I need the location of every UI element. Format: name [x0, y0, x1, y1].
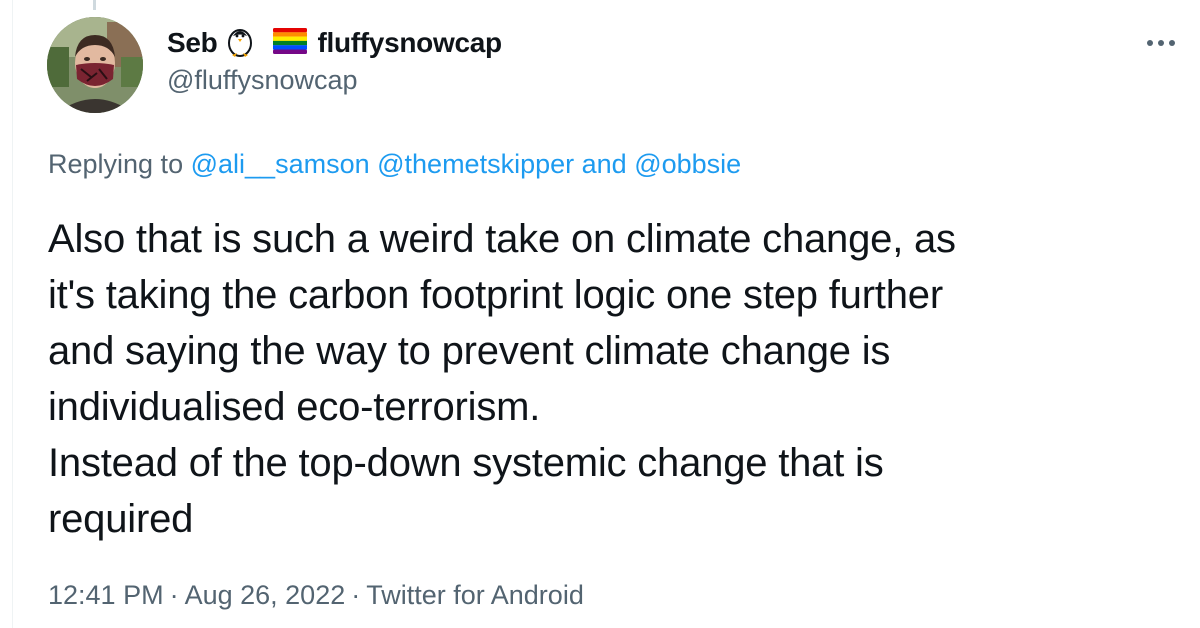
mention-link[interactable]: @ali__samson [191, 149, 370, 179]
thread-connector-line [93, 0, 96, 10]
tweet-text-line: and saying the way to prevent climate ch… [48, 329, 891, 373]
tweet-text-line: it's taking the carbon footprint logic o… [48, 273, 943, 317]
tweet-date[interactable]: Aug 26, 2022 [185, 580, 346, 610]
tweet-text-line: individualised eco-terrorism. [48, 385, 541, 429]
more-options-button[interactable] [1141, 28, 1181, 58]
mention-link[interactable]: @themetskipper [377, 149, 574, 179]
avatar-image [47, 17, 143, 113]
mention-link[interactable]: @obbsie [634, 149, 741, 179]
tweet-text-line: Also that is such a weird take on climat… [48, 217, 956, 261]
tweet-text: Also that is such a weird take on climat… [48, 211, 1168, 547]
tweet-header: Seb fluffysnowcap @fluffysnowcap [167, 25, 502, 96]
display-name-suffix[interactable]: fluffysnowcap [317, 27, 502, 59]
replying-to-label: Replying to [48, 149, 184, 179]
tweet-text-line: required [48, 497, 194, 541]
tweet-metadata: 12:41 PM · Aug 26, 2022 · Twitter for Androi… [48, 580, 584, 611]
tweet-card: Seb fluffysnowcap @fluffysnowcap Replyin… [0, 0, 1200, 628]
tweet-time[interactable]: 12:41 PM [48, 580, 164, 610]
column-border [12, 0, 13, 628]
meta-separator: · [169, 580, 179, 610]
tweet-source[interactable]: Twitter for Android [366, 580, 584, 610]
user-handle[interactable]: @fluffysnowcap [167, 65, 502, 96]
rainbow-flag-icon [263, 27, 308, 59]
replying-to-line: Replying to @ali__samson @themetskipper … [48, 149, 741, 180]
display-name-prefix[interactable]: Seb [167, 27, 218, 59]
penguin-icon [225, 24, 255, 63]
display-name-row[interactable]: Seb fluffysnowcap [167, 25, 502, 61]
tweet-text-line: Instead of the top-down systemic change … [48, 441, 884, 485]
mention-connector[interactable]: and [582, 149, 627, 179]
more-icon [1147, 40, 1175, 46]
avatar[interactable] [47, 17, 143, 113]
meta-separator: · [351, 580, 361, 610]
